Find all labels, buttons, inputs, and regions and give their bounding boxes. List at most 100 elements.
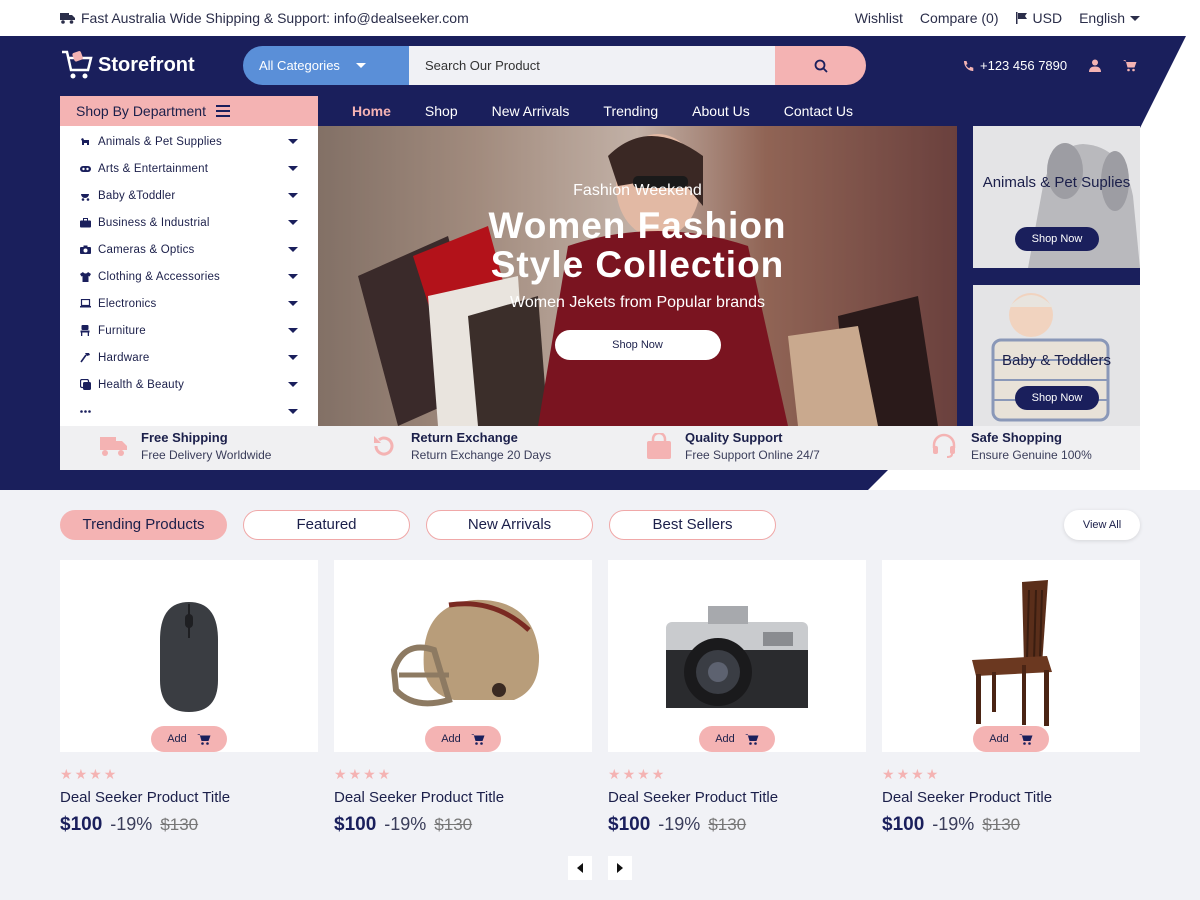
phone-icon xyxy=(964,60,974,71)
star-icon: ★ xyxy=(103,766,117,782)
department-list: Animals & Pet Supplies Arts & Entertainm… xyxy=(60,126,318,426)
product-card[interactable]: Add ★ ★ ★ ★ Deal Seeker Product Title $100 … xyxy=(60,560,318,836)
laptop-icon xyxy=(78,299,92,308)
product-card[interactable]: Add ★ ★ ★ ★ Deal Seeker Product Title $100 … xyxy=(334,560,592,836)
department-item-label: Electronics xyxy=(98,297,157,310)
banner-shop-now-button[interactable]: Shop Now xyxy=(554,330,721,360)
department-item-label: Health & Beauty xyxy=(98,378,185,391)
old-price: $130 xyxy=(434,815,473,834)
currency-symbol: $ xyxy=(608,814,619,835)
promo-shop-now-button[interactable]: Shop Now xyxy=(1015,386,1099,410)
hero-banner: Fashion Weekend Women Fashion Style Colle… xyxy=(318,126,957,426)
product-title[interactable]: Deal Seeker Product Title xyxy=(882,789,1140,806)
promo-title: Animals & Pet Suplies xyxy=(982,174,1131,191)
currency-selector[interactable]: USD xyxy=(1015,10,1062,26)
department-item-baby[interactable]: Baby &Toddler xyxy=(60,182,318,209)
language-selector[interactable]: English xyxy=(1079,10,1140,26)
department-item-electronics[interactable]: Electronics xyxy=(60,290,318,317)
promo-shop-now-button[interactable]: Shop Now xyxy=(1015,227,1099,251)
product-title[interactable]: Deal Seeker Product Title xyxy=(608,789,866,806)
tab-new-arrivals[interactable]: New Arrivals xyxy=(426,510,593,540)
feature-title: Free Shipping xyxy=(141,430,228,445)
chevron-down-icon xyxy=(288,409,298,414)
add-to-cart-button[interactable]: Add xyxy=(151,726,227,752)
undo-icon xyxy=(374,436,394,456)
more-icon xyxy=(78,410,92,413)
product-card[interactable]: Add ★ ★ ★ ★ Deal Seeker Product Title $100 … xyxy=(608,560,866,836)
search-input[interactable] xyxy=(409,46,775,85)
chair-image xyxy=(972,580,1052,726)
star-icon: ★ xyxy=(74,766,88,782)
product-title[interactable]: Deal Seeker Product Title xyxy=(334,789,592,806)
category-dropdown[interactable]: All Categories xyxy=(243,46,409,85)
cart-icon[interactable] xyxy=(1123,59,1137,72)
promo-baby[interactable]: Baby & Toddlers Shop Now xyxy=(973,285,1140,427)
carousel-next-button[interactable] xyxy=(608,856,632,880)
product-image-area[interactable]: Add xyxy=(608,560,866,752)
department-item-cameras[interactable]: Cameras & Optics xyxy=(60,236,318,263)
add-to-cart-button[interactable]: Add xyxy=(425,726,501,752)
flag-icon xyxy=(1015,12,1027,24)
department-item-arts[interactable]: Arts & Entertainment xyxy=(60,155,318,182)
department-item-more[interactable] xyxy=(60,398,318,425)
compare-link[interactable]: Compare (0) xyxy=(920,10,999,26)
chevron-down-icon xyxy=(288,166,298,171)
chevron-right-icon xyxy=(617,863,623,873)
banner-subtitle: Women Jekets from Popular brands xyxy=(510,294,765,311)
chevron-down-icon xyxy=(288,355,298,360)
old-price: $130 xyxy=(982,815,1021,834)
star-icon: ★ xyxy=(882,766,895,782)
department-item-furniture[interactable]: Furniture xyxy=(60,317,318,344)
product-image-area[interactable]: Add xyxy=(882,560,1140,752)
star-icon: ★ xyxy=(363,766,376,782)
rating-stars: ★ ★ ★ ★ xyxy=(60,766,318,783)
tab-featured[interactable]: Featured xyxy=(243,510,410,540)
product-image-area[interactable]: Add xyxy=(60,560,318,752)
promo-animals[interactable]: Animals & Pet Suplies Shop Now xyxy=(973,126,1140,268)
truck-icon xyxy=(60,13,75,24)
department-item-label: Arts & Entertainment xyxy=(98,162,209,175)
add-to-cart-button[interactable]: Add xyxy=(973,726,1049,752)
old-price: $130 xyxy=(160,815,199,834)
add-to-cart-button[interactable]: Add xyxy=(699,726,775,752)
search-bar: All Categories xyxy=(243,46,866,85)
banner-content: Fashion Weekend Women Fashion Style Colle… xyxy=(318,182,957,360)
product-image-area[interactable]: Add xyxy=(334,560,592,752)
current-price: $100 xyxy=(608,814,650,836)
nav-about-us[interactable]: About Us xyxy=(692,103,750,119)
product-price: $100 -19% $130 xyxy=(334,814,592,836)
department-item-animals[interactable]: Animals & Pet Supplies xyxy=(60,128,318,155)
tab-best-sellers[interactable]: Best Sellers xyxy=(609,510,776,540)
product-card[interactable]: Add ★ ★ ★ ★ Deal Seeker Product Title $100 … xyxy=(882,560,1140,836)
star-icon: ★ xyxy=(334,766,347,782)
hamburger-icon xyxy=(215,105,230,117)
wishlist-link[interactable]: Wishlist xyxy=(855,10,903,26)
carousel-prev-button[interactable] xyxy=(568,856,592,880)
view-all-button[interactable]: View All xyxy=(1064,510,1140,540)
user-icon[interactable] xyxy=(1089,59,1102,72)
tab-trending-products[interactable]: Trending Products xyxy=(60,510,227,540)
product-title[interactable]: Deal Seeker Product Title xyxy=(60,789,318,806)
chevron-down-icon xyxy=(1130,15,1140,21)
category-label: All Categories xyxy=(259,58,340,73)
star-icon: ★ xyxy=(377,766,391,782)
current-price: $100 xyxy=(60,814,102,836)
phone-link[interactable]: +123 456 7890 xyxy=(962,58,1067,73)
department-item-clothing[interactable]: Clothing & Accessories xyxy=(60,263,318,290)
add-label: Add xyxy=(715,733,735,745)
feature-subtitle: Return Exchange 20 Days xyxy=(411,448,552,462)
nav-home[interactable]: Home xyxy=(352,103,391,119)
promo-title: Baby & Toddlers xyxy=(1002,352,1111,369)
nav-shop[interactable]: Shop xyxy=(425,103,458,119)
nav-contact-us[interactable]: Contact Us xyxy=(784,103,853,119)
star-icon: ★ xyxy=(637,766,650,782)
nav-trending[interactable]: Trending xyxy=(603,103,658,119)
nav-new-arrivals[interactable]: New Arrivals xyxy=(492,103,570,119)
search-button[interactable] xyxy=(775,46,866,85)
price-value: 100 xyxy=(70,814,103,835)
logo[interactable]: Storefront xyxy=(60,48,195,82)
department-menu-header[interactable]: Shop By Department xyxy=(60,96,318,126)
department-item-business[interactable]: Business & Industrial xyxy=(60,209,318,236)
department-item-health[interactable]: Health & Beauty xyxy=(60,371,318,398)
department-item-hardware[interactable]: Hardware xyxy=(60,344,318,371)
